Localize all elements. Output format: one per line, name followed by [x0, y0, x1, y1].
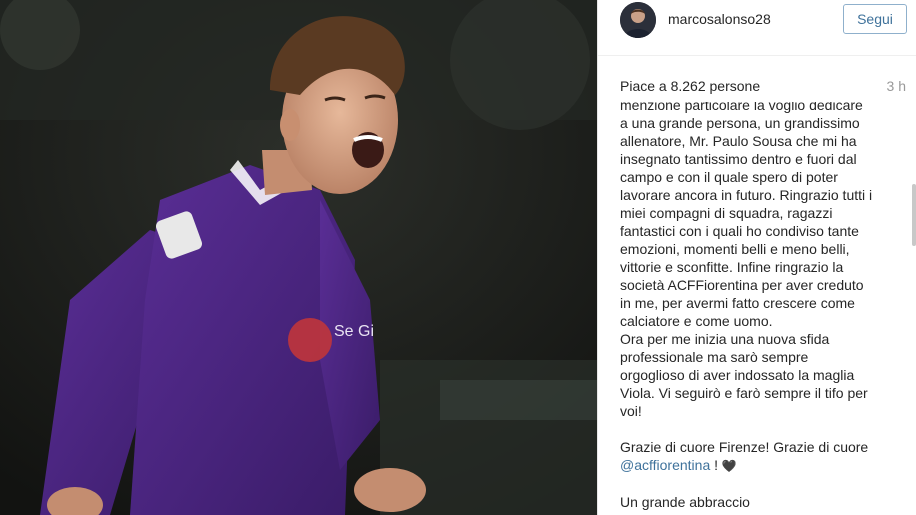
avatar-icon — [620, 2, 656, 38]
post-photo: Se Gi — [0, 0, 597, 515]
caption-line: campo e con il quale spero di poter — [620, 169, 838, 185]
caption-line: allenatore, Mr. Paulo Sousa che mi ha — [620, 133, 857, 149]
caption-line: lavorare ancora in futuro. Ringrazio tut… — [620, 187, 873, 203]
caption-line: Ora per me inizia una nuova sfida — [620, 331, 830, 347]
caption-line: insegnato tantissimo dentro e fuori dal — [620, 151, 857, 167]
caption-closing: Un grande abbraccio — [620, 494, 750, 510]
mention-suffix: ! — [710, 457, 722, 473]
post-timestamp[interactable]: 3 h — [887, 78, 906, 94]
caption-line: menzione particolare la voglio dedicare — [620, 102, 863, 113]
caption-line: Grazie di cuore Firenze! Grazie di cuore — [620, 439, 869, 455]
jersey-sponsor-text: Se Gi — [334, 323, 374, 340]
caption-text: menzione particolare la voglio dedicare … — [620, 102, 890, 511]
caption-line: professionale ma sarò sempre — [620, 349, 809, 365]
post-header: marcosalonso28 Segui — [598, 0, 916, 40]
caption-scroll-area[interactable]: menzione particolare la voglio dedicare … — [620, 102, 890, 515]
caption-mention-line: @acffiorentina ! 🖤 — [620, 456, 890, 475]
likes-count[interactable]: Piace a 8.262 persone — [620, 78, 760, 94]
caption-line: calciatore e come uomo. — [620, 313, 773, 329]
caption-line: voi! — [620, 403, 642, 419]
caption-line: vittorie e sconfitte. Infine ringrazio l… — [620, 259, 844, 275]
avatar[interactable] — [620, 2, 656, 38]
caption-line: in me, per avermi fatto crescere come — [620, 295, 855, 311]
post-sidebar: marcosalonso28 Segui Piace a 8.262 perso… — [597, 0, 916, 515]
username-link[interactable]: marcosalonso28 — [668, 11, 771, 27]
heart-icon: 🖤 — [721, 459, 737, 473]
caption-line: Viola. Vi seguirò e farò sempre il tifo … — [620, 385, 868, 401]
caption-scrollbar[interactable] — [912, 184, 916, 246]
caption-line: a una grande persona, un grandissimo — [620, 115, 860, 131]
mention-link[interactable]: @acffiorentina — [620, 457, 710, 473]
caption-line: società ACFFiorentina per aver creduto — [620, 277, 864, 293]
follow-button[interactable]: Segui — [843, 4, 907, 34]
caption-line: orgoglioso di aver indossato la maglia — [620, 367, 855, 383]
caption-line: emozioni, momenti belli e meno belli, — [620, 241, 850, 257]
player-image: Se Gi — [0, 0, 597, 515]
header-divider — [598, 55, 916, 56]
caption-line: miei compagni di squadra, ragazzi — [620, 205, 833, 221]
caption-line: fantastici con i quali ho condiviso tant… — [620, 223, 859, 239]
